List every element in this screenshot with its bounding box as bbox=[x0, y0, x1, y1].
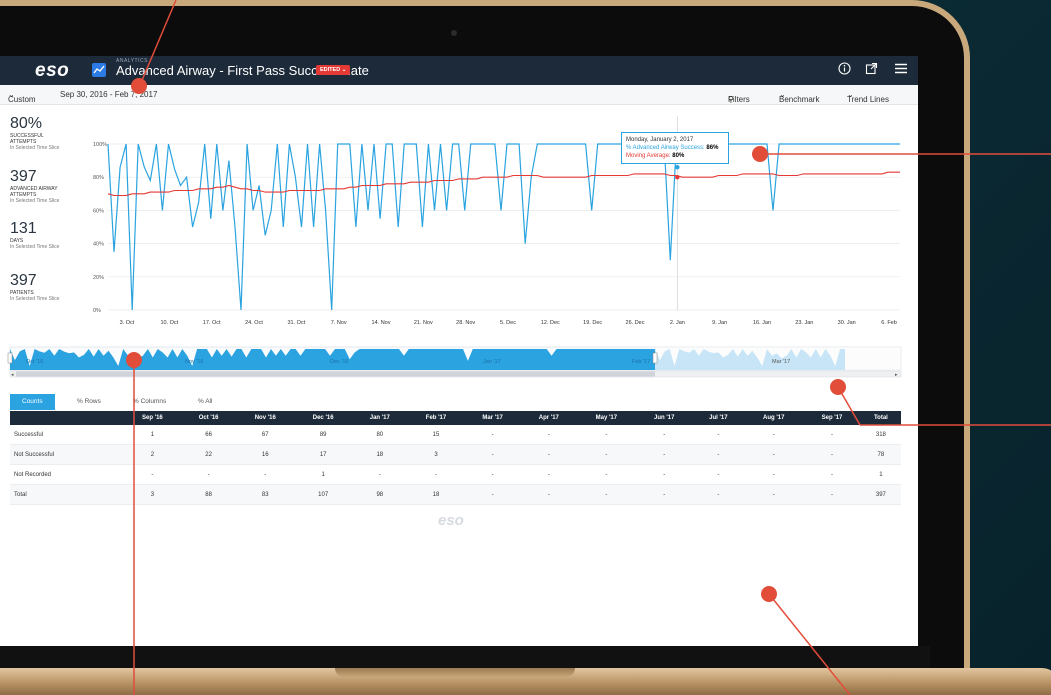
callout-lines bbox=[133, 0, 1051, 695]
callout-dot bbox=[131, 78, 147, 94]
callout-dot bbox=[830, 379, 846, 395]
callout-dot bbox=[126, 352, 142, 368]
callout-dot bbox=[752, 146, 768, 162]
callout-dot bbox=[761, 586, 777, 602]
